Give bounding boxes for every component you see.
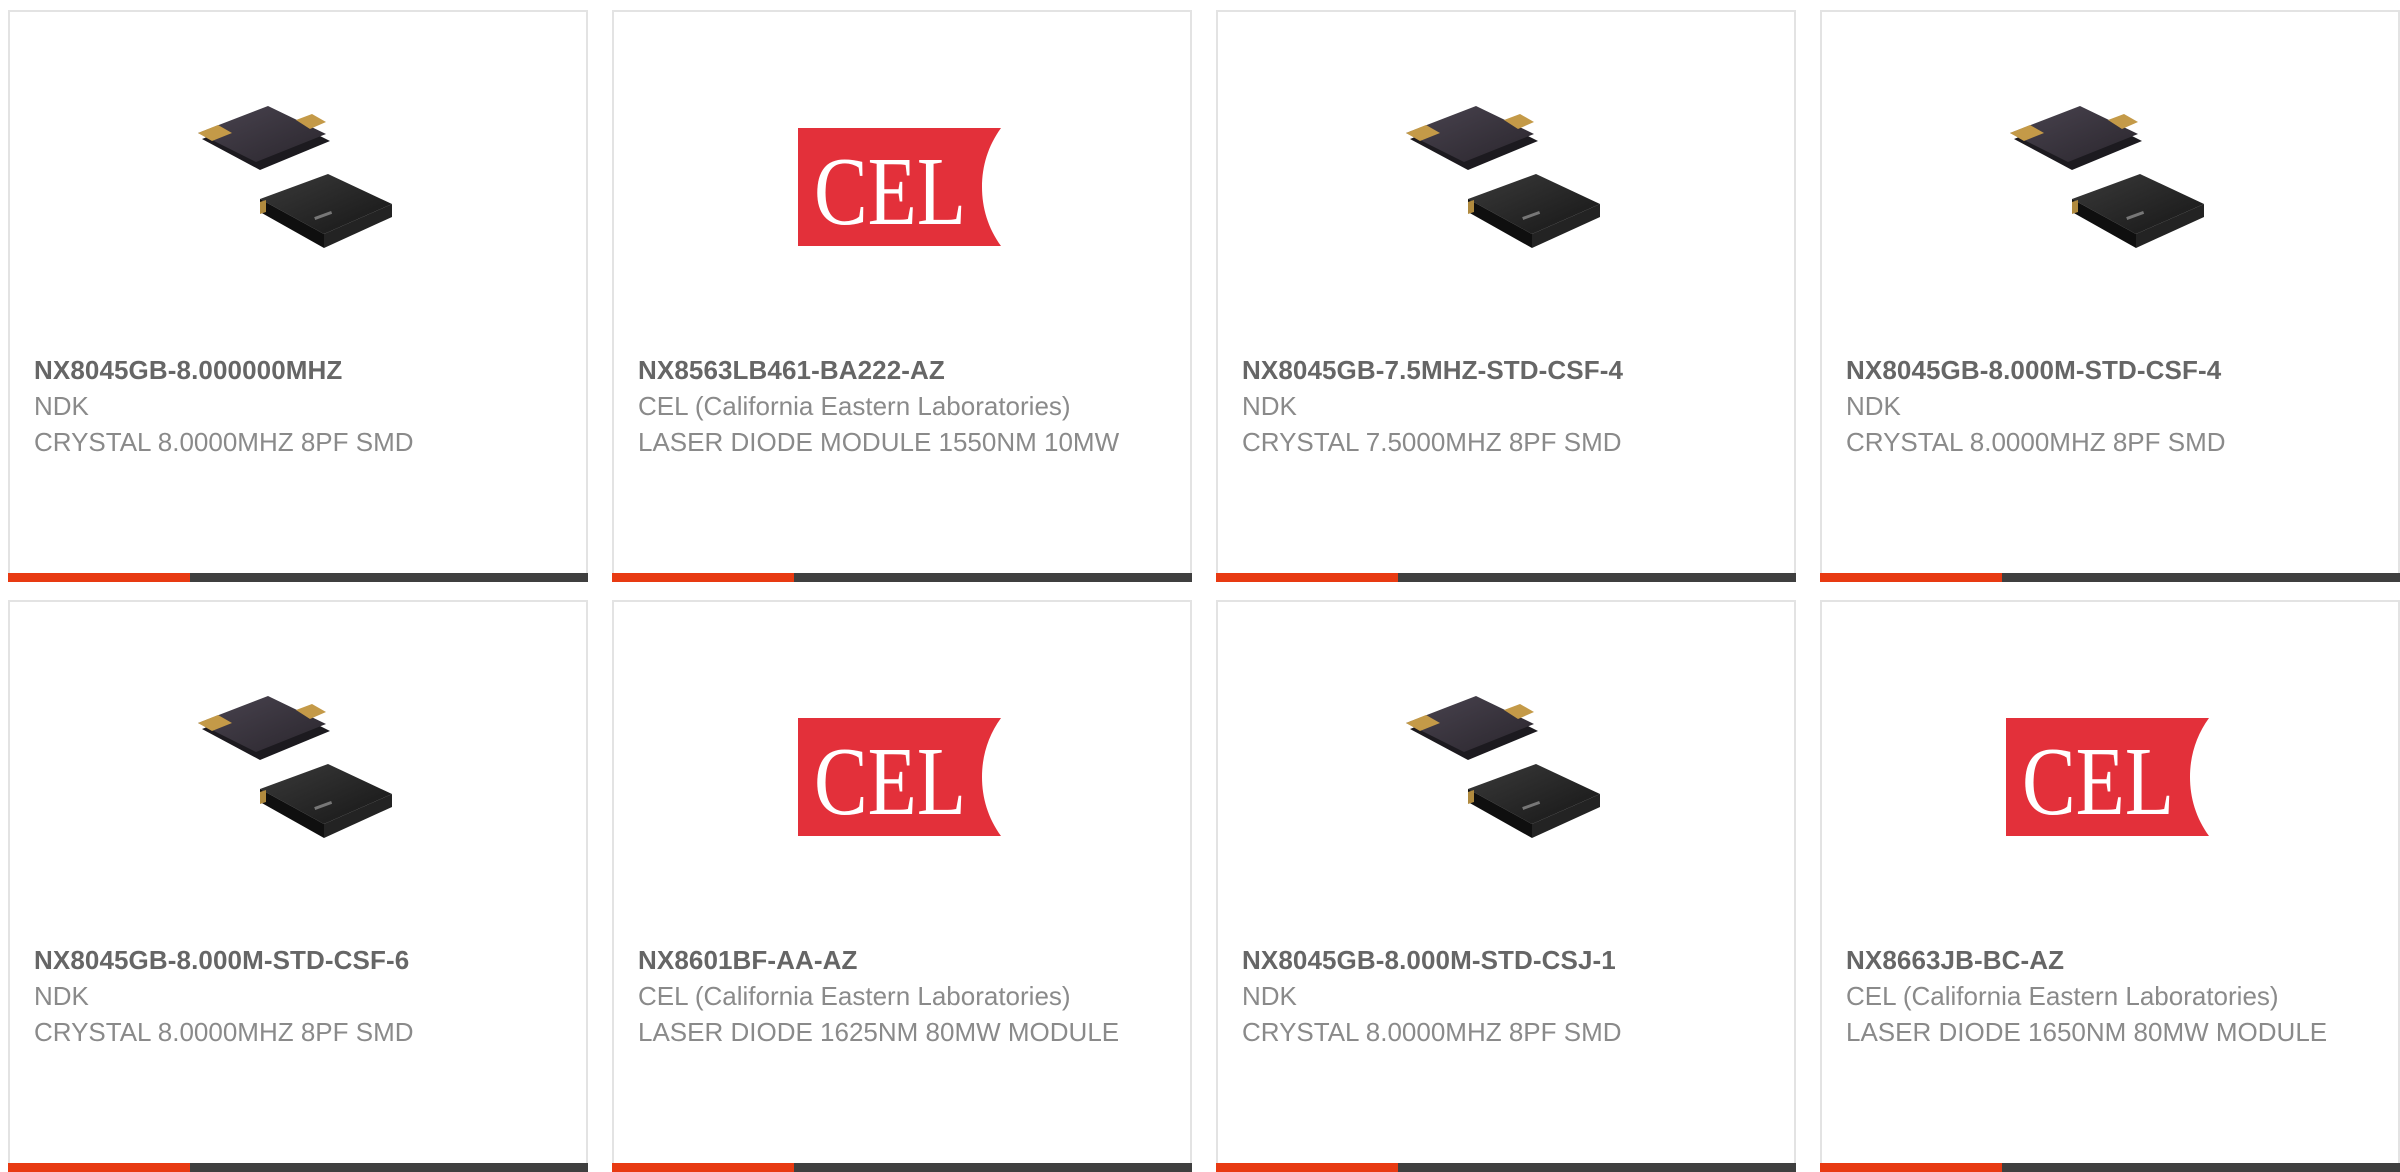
manufacturer-name: NDK — [34, 391, 89, 421]
crystal-image — [198, 696, 392, 838]
product-info: NX8663JB-BC-AZ CEL (California Eastern La… — [1846, 942, 2374, 1050]
product-info: NX8045GB-8.000M-STD-CSF-4 NDK CRYSTAL 8.00… — [1846, 352, 2374, 460]
product-description: LASER DIODE 1650NM 80MW MODULE — [1846, 1017, 2328, 1047]
product-card[interactable]: NX8045GB-7.5MHZ-STD-CSF-4 NDK CRYSTAL 7.50… — [1216, 10, 1796, 582]
manufacturer-name: NDK — [1242, 391, 1297, 421]
product-thumbnail[interactable]: CEL — [1822, 674, 2398, 880]
product-thumbnail[interactable] — [10, 674, 586, 880]
part-number[interactable]: NX8045GB-7.5MHZ-STD-CSF-4 — [1242, 352, 1770, 388]
cel-logo-text: CEL — [814, 728, 966, 836]
product-description: CRYSTAL 8.0000MHZ 8PF SMD — [1242, 1017, 1622, 1047]
manufacturer-name: NDK — [1846, 391, 1901, 421]
product-card[interactable]: CEL NX8663JB-BC-AZ CEL (California Easter… — [1820, 600, 2400, 1172]
product-card[interactable]: NX8045GB-8.000M-STD-CSJ-1 NDK CRYSTAL 8.00… — [1216, 600, 1796, 1172]
manufacturer-name: CEL (California Eastern Laboratories) — [638, 391, 1071, 421]
product-info: NX8045GB-7.5MHZ-STD-CSF-4 NDK CRYSTAL 7.50… — [1242, 352, 1770, 460]
cel-logo: CEL — [798, 128, 1001, 246]
card-bottom-bar — [612, 573, 1192, 582]
card-bottom-bar — [1216, 1163, 1796, 1172]
product-thumbnail[interactable] — [1822, 84, 2398, 290]
card-accent-bar — [1216, 573, 1398, 582]
card-accent-bar — [1820, 1163, 2002, 1172]
product-description: LASER DIODE MODULE 1550NM 10MW — [638, 427, 1120, 457]
product-info: NX8563LB461-BA222-AZ CEL (California East… — [638, 352, 1166, 460]
cel-logo: CEL — [2006, 718, 2209, 836]
product-info: NX8045GB-8.000M-STD-CSJ-1 NDK CRYSTAL 8.00… — [1242, 942, 1770, 1050]
product-thumbnail[interactable]: CEL — [614, 674, 1190, 880]
part-number[interactable]: NX8045GB-8.000000MHZ — [34, 352, 562, 388]
part-number[interactable]: NX8045GB-8.000M-STD-CSJ-1 — [1242, 942, 1770, 978]
cel-logo-text: CEL — [814, 138, 966, 246]
part-number[interactable]: NX8045GB-8.000M-STD-CSF-4 — [1846, 352, 2374, 388]
card-bottom-bar — [612, 1163, 1192, 1172]
product-info: NX8601BF-AA-AZ CEL (California Eastern La… — [638, 942, 1166, 1050]
part-number[interactable]: NX8601BF-AA-AZ — [638, 942, 1166, 978]
product-thumbnail[interactable] — [10, 84, 586, 290]
card-bottom-bar — [8, 1163, 588, 1172]
card-accent-bar — [8, 1163, 190, 1172]
card-accent-bar — [1216, 1163, 1398, 1172]
product-description: CRYSTAL 8.0000MHZ 8PF SMD — [34, 1017, 414, 1047]
product-card[interactable]: NX8045GB-8.000M-STD-CSF-4 NDK CRYSTAL 8.00… — [1820, 10, 2400, 582]
card-bottom-bar — [8, 573, 588, 582]
product-description: CRYSTAL 8.0000MHZ 8PF SMD — [34, 427, 414, 457]
product-card[interactable]: NX8045GB-8.000M-STD-CSF-6 NDK CRYSTAL 8.00… — [8, 600, 588, 1172]
manufacturer-name: NDK — [1242, 981, 1297, 1011]
card-bottom-bar — [1216, 573, 1796, 582]
manufacturer-name: CEL (California Eastern Laboratories) — [638, 981, 1071, 1011]
product-card[interactable]: CEL NX8601BF-AA-AZ CEL (California Easter… — [612, 600, 1192, 1172]
card-bottom-bar — [1820, 573, 2400, 582]
crystal-image — [1406, 106, 1600, 248]
product-description: CRYSTAL 8.0000MHZ 8PF SMD — [1846, 427, 2226, 457]
card-accent-bar — [8, 573, 190, 582]
product-info: NX8045GB-8.000M-STD-CSF-6 NDK CRYSTAL 8.00… — [34, 942, 562, 1050]
part-number[interactable]: NX8563LB461-BA222-AZ — [638, 352, 1166, 388]
product-card[interactable]: NX8045GB-8.000000MHZ NDK CRYSTAL 8.0000MHZ… — [8, 10, 588, 582]
card-accent-bar — [612, 1163, 794, 1172]
part-number[interactable]: NX8663JB-BC-AZ — [1846, 942, 2374, 978]
product-info: NX8045GB-8.000000MHZ NDK CRYSTAL 8.0000MHZ… — [34, 352, 562, 460]
product-description: LASER DIODE 1625NM 80MW MODULE — [638, 1017, 1120, 1047]
crystal-image — [198, 106, 392, 248]
product-card[interactable]: CEL NX8563LB461-BA222-AZ CEL (California … — [612, 10, 1192, 582]
product-thumbnail[interactable] — [1218, 674, 1794, 880]
crystal-image — [1406, 696, 1600, 838]
manufacturer-name: CEL (California Eastern Laboratories) — [1846, 981, 2279, 1011]
cel-logo-text: CEL — [2022, 728, 2174, 836]
crystal-image — [2010, 106, 2204, 248]
part-number[interactable]: NX8045GB-8.000M-STD-CSF-6 — [34, 942, 562, 978]
product-grid: NX8045GB-8.000000MHZ NDK CRYSTAL 8.0000MHZ… — [8, 10, 2400, 1172]
card-accent-bar — [612, 573, 794, 582]
card-accent-bar — [1820, 573, 2002, 582]
card-bottom-bar — [1820, 1163, 2400, 1172]
product-thumbnail[interactable] — [1218, 84, 1794, 290]
product-thumbnail[interactable]: CEL — [614, 84, 1190, 290]
cel-logo: CEL — [798, 718, 1001, 836]
product-description: CRYSTAL 7.5000MHZ 8PF SMD — [1242, 427, 1622, 457]
manufacturer-name: NDK — [34, 981, 89, 1011]
